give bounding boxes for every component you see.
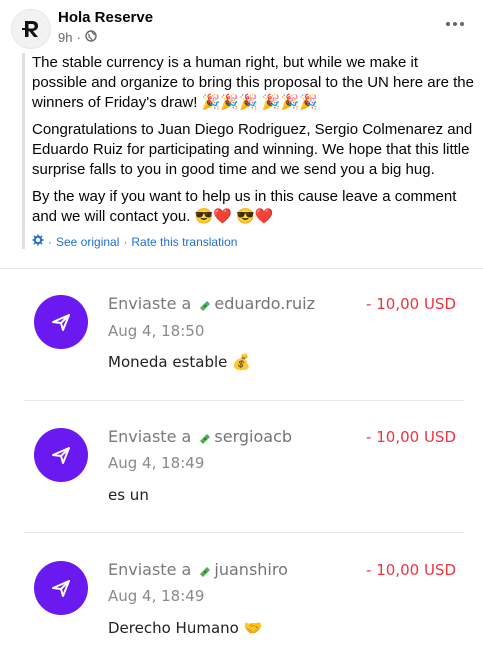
send-icon xyxy=(34,295,88,349)
transaction-prefix: Enviaste a xyxy=(108,427,192,446)
divider xyxy=(24,400,464,401)
transaction-amount: - 10,00 USD xyxy=(366,428,456,446)
transaction-memo: Moneda estable 💰 xyxy=(108,353,251,371)
logo-glyph xyxy=(22,21,38,37)
money-icon xyxy=(198,296,212,315)
transaction-memo: Derecho Humano 🤝 xyxy=(108,619,263,637)
transaction-memo: es un xyxy=(108,486,149,504)
post-meta: 9h · xyxy=(58,30,97,45)
translation-bar: · See original · Rate this translation xyxy=(32,234,477,249)
transaction-user: juanshiro xyxy=(214,560,288,579)
transaction-prefix: Enviaste a xyxy=(108,560,192,579)
post-paragraph-1: The stable currency is a human right, bu… xyxy=(32,54,474,111)
gear-icon[interactable] xyxy=(32,234,44,249)
transaction-item[interactable]: Enviaste a eduardo.ruiz - 10,00 USD Aug … xyxy=(24,273,464,403)
post-paragraph-2: Congratulations to Juan Diego Rodriguez,… xyxy=(32,121,473,178)
transaction-amount: - 10,00 USD xyxy=(366,295,456,313)
send-icon xyxy=(34,428,88,482)
divider xyxy=(0,268,483,269)
post-body: The stable currency is a human right, bu… xyxy=(22,53,477,249)
money-icon xyxy=(198,429,212,448)
transaction-date: Aug 4, 18:49 xyxy=(108,587,205,605)
transaction-date: Aug 4, 18:49 xyxy=(108,454,205,472)
send-icon xyxy=(34,561,88,615)
hola-reserve-logo-icon[interactable] xyxy=(11,9,51,49)
translation-separator: · xyxy=(48,234,52,249)
transaction-amount: - 10,00 USD xyxy=(366,561,456,579)
transaction-item[interactable]: Enviaste a sergioacb - 10,00 USD Aug 4, … xyxy=(24,406,464,536)
post-author-name[interactable]: Hola Reserve xyxy=(58,9,153,26)
money-icon xyxy=(198,562,212,581)
post-paragraph-3: By the way if you want to help us in thi… xyxy=(32,188,457,225)
transaction-prefix: Enviaste a xyxy=(108,294,192,313)
transaction-title: Enviaste a juanshiro xyxy=(108,560,288,581)
transaction-user: eduardo.ruiz xyxy=(214,294,315,313)
transaction-title: Enviaste a eduardo.ruiz xyxy=(108,294,315,315)
transaction-title: Enviaste a sergioacb xyxy=(108,427,292,448)
rate-translation-link[interactable]: Rate this translation xyxy=(131,235,237,249)
translation-separator: · xyxy=(123,234,128,249)
see-original-link[interactable]: See original xyxy=(56,235,119,249)
globe-icon xyxy=(85,30,97,45)
transaction-date: Aug 4, 18:50 xyxy=(108,322,205,340)
more-options-icon[interactable] xyxy=(443,14,467,34)
divider xyxy=(24,532,464,533)
transaction-user: sergioacb xyxy=(214,427,293,446)
transaction-item[interactable]: Enviaste a juanshiro - 10,00 USD Aug 4, … xyxy=(24,539,464,651)
post-header: Hola Reserve 9h · xyxy=(0,0,483,50)
post-time[interactable]: 9h xyxy=(58,30,72,45)
